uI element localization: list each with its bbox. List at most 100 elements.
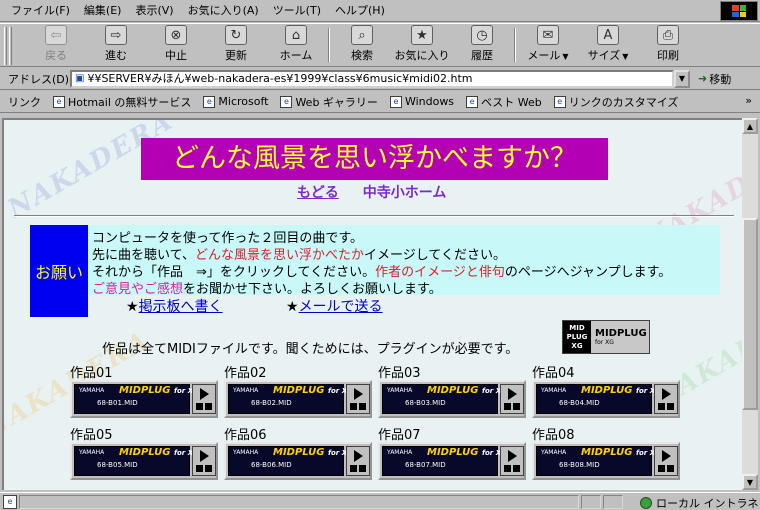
player-file-name: 68-B03.MID: [405, 399, 446, 407]
history-button[interactable]: ◷ 履歴: [452, 24, 512, 66]
midi-player[interactable]: YAMAHA MIDPLUG for XG 68-B06.MID: [224, 442, 372, 480]
pause-square-icon: [667, 403, 674, 410]
song-label[interactable]: 作品05: [70, 424, 113, 443]
song-label[interactable]: 作品01: [70, 362, 113, 381]
player-screen: YAMAHA MIDPLUG for XG 68-B07.MID: [382, 446, 507, 476]
play-button[interactable]: [346, 384, 370, 414]
song-label[interactable]: 作品03: [378, 362, 421, 381]
play-button[interactable]: [654, 446, 678, 476]
menu-edit[interactable]: 編集(E): [77, 1, 129, 21]
song-label[interactable]: 作品07: [378, 424, 421, 443]
menu-file[interactable]: ファイル(F): [4, 1, 77, 21]
links-bar: リンク e Hotmail の無料サービス e Microsoft e Web ギャラ…: [0, 91, 760, 113]
scroll-down-button[interactable]: ▼: [742, 474, 758, 490]
midi-player[interactable]: YAMAHA MIDPLUG for XG 68-B04.MID: [532, 380, 680, 418]
print-label: 印刷: [657, 49, 679, 62]
play-button[interactable]: [500, 446, 524, 476]
home-button[interactable]: ⌂ ホーム: [266, 24, 326, 66]
stop-square-icon: [658, 465, 665, 472]
page-nav: もどる 中寺小ホーム: [296, 182, 447, 202]
go-button[interactable]: ➜ 移動: [698, 71, 731, 87]
address-label: アドレス(D): [8, 72, 70, 86]
scroll-up-button[interactable]: ▲: [742, 118, 758, 134]
back-button[interactable]: ⇦ 戻る: [26, 24, 86, 66]
link-windows[interactable]: e Windows: [389, 95, 454, 108]
star-icon: ★: [286, 299, 299, 315]
song-label[interactable]: 作品02: [224, 362, 267, 381]
size-button[interactable]: A サイズ ▼: [578, 24, 638, 66]
page-link-icon: e: [553, 95, 566, 108]
mail-link[interactable]: メールで送る: [299, 299, 383, 315]
player-screen: YAMAHA MIDPLUG for XG 68-B08.MID: [536, 446, 661, 476]
midi-player[interactable]: YAMAHA MIDPLUG for XG 68-B03.MID: [378, 380, 526, 418]
player-name: MIDPLUG for XG: [427, 447, 507, 458]
favorites-button[interactable]: ★ お気に入り: [392, 24, 452, 66]
security-zone: ローカル イントラネット: [640, 495, 760, 510]
midplug-logo[interactable]: MID PLUG XG MIDPLUG for XG: [562, 320, 650, 354]
search-button[interactable]: ⌕ 検索: [332, 24, 392, 66]
page-icon: ▣: [75, 72, 85, 84]
status-pane: [603, 494, 623, 509]
status-pane: [581, 494, 601, 509]
play-icon: [200, 388, 209, 400]
menu-view[interactable]: 表示(V): [128, 1, 180, 21]
request-message: コンピュータを使って作った２回目の曲です。 先に曲を聴いて、どんな風景を思い浮か…: [88, 225, 720, 297]
bbs-link[interactable]: 掲示板へ書く: [139, 299, 223, 315]
menu-tools[interactable]: ツール(T): [266, 1, 328, 21]
play-button[interactable]: [500, 384, 524, 414]
toolbar-grip[interactable]: [4, 27, 7, 65]
menu-help[interactable]: ヘルプ(H): [328, 1, 392, 21]
toolbar-separator: [328, 28, 330, 62]
midi-note: 作品は全てMIDIファイルです。聞くためには、プラグインが必要です。: [102, 342, 519, 357]
link-customize[interactable]: e リンクのカスタマイズ: [553, 94, 678, 110]
home-label: ホーム: [279, 49, 313, 62]
home-icon: ⌂: [285, 25, 307, 45]
intranet-globe-icon: [640, 497, 652, 509]
vertical-scrollbar[interactable]: ▲ ▼: [742, 118, 758, 490]
player-screen: YAMAHA MIDPLUG for XG 68-B04.MID: [536, 384, 661, 414]
forward-button[interactable]: ⇨ 進む: [86, 24, 146, 66]
midi-player[interactable]: YAMAHA MIDPLUG for XG 68-B05.MID: [70, 442, 218, 480]
address-input[interactable]: ▣ ¥¥SERVER¥みほん¥web-nakadera-es¥1999¥clas…: [70, 69, 674, 88]
player-screen: YAMAHA MIDPLUG for XG 68-B06.MID: [228, 446, 353, 476]
play-button[interactable]: [654, 384, 678, 414]
windows-logo-icon: [720, 1, 758, 21]
play-button[interactable]: [192, 446, 216, 476]
address-dropdown-button[interactable]: ▼: [674, 69, 690, 88]
play-icon: [508, 450, 517, 462]
song-label[interactable]: 作品08: [532, 424, 575, 443]
play-button[interactable]: [192, 384, 216, 414]
play-icon: [200, 450, 209, 462]
link-web-gallery[interactable]: e Web ギャラリー: [280, 94, 378, 110]
link-hotmail[interactable]: e Hotmail の無料サービス: [53, 94, 191, 110]
links-chevron-icon[interactable]: »: [745, 94, 752, 107]
school-home-link[interactable]: 中寺小ホーム: [362, 182, 448, 202]
print-button[interactable]: ⎙ 印刷: [638, 24, 698, 66]
pause-square-icon: [205, 465, 212, 472]
midi-player[interactable]: YAMAHA MIDPLUG for XG 68-B02.MID: [224, 380, 372, 418]
player-file-name: 68-B05.MID: [97, 461, 138, 469]
page-content: NAKADERA NAKADERA NAKADERA NAKADERA どんな風…: [2, 118, 742, 490]
song-label[interactable]: 作品04: [532, 362, 575, 381]
player-brand: YAMAHA: [541, 387, 567, 394]
midi-player[interactable]: YAMAHA MIDPLUG for XG 68-B07.MID: [378, 442, 526, 480]
song-label[interactable]: 作品06: [224, 424, 267, 443]
midi-player[interactable]: YAMAHA MIDPLUG for XG 68-B01.MID: [70, 380, 218, 418]
toolbar-grip[interactable]: [9, 27, 12, 65]
refresh-icon: ↻: [225, 25, 247, 45]
link-microsoft[interactable]: e Microsoft: [203, 95, 268, 108]
mail-item: ★メールで送る: [286, 296, 383, 316]
scroll-thumb[interactable]: [742, 218, 758, 410]
play-button[interactable]: [346, 446, 370, 476]
link-best-web[interactable]: e ベスト Web: [466, 94, 542, 110]
stop-button[interactable]: ⊗ 中止: [146, 24, 206, 66]
menu-favorites[interactable]: お気に入り(A): [181, 1, 266, 21]
midi-player[interactable]: YAMAHA MIDPLUG for XG 68-B08.MID: [532, 442, 680, 480]
mail-button[interactable]: ✉ メール ▼: [518, 24, 578, 66]
stop-square-icon: [350, 403, 357, 410]
links-label: リンク: [8, 95, 41, 109]
standard-toolbar: ⇦ 戻る ⇨ 進む ⊗ 中止 ↻ 更新 ⌂ ホーム ⌕ 検索 ★ お気に入り ◷…: [0, 23, 760, 67]
refresh-button[interactable]: ↻ 更新: [206, 24, 266, 66]
back-link[interactable]: もどる: [296, 182, 340, 202]
page-link-icon: e: [280, 95, 293, 108]
